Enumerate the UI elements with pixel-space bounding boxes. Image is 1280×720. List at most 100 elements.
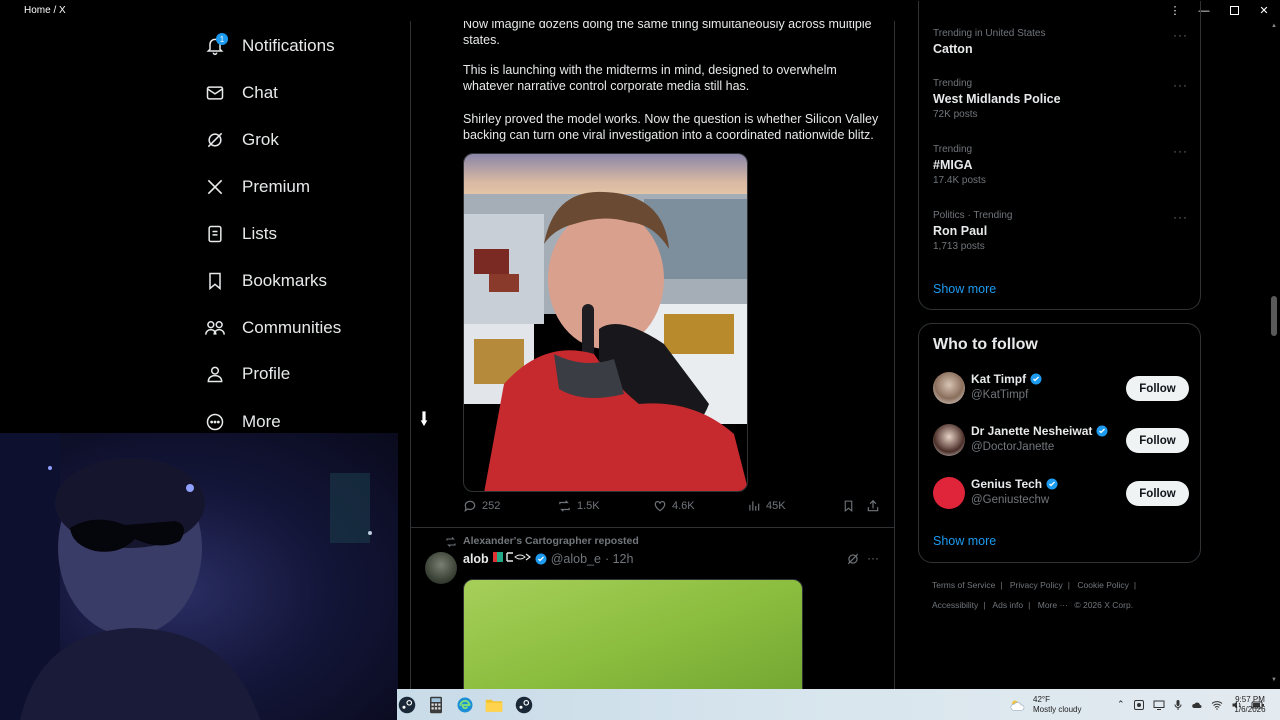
trend-post-count: 72K posts	[933, 109, 978, 120]
avatar[interactable]	[425, 552, 457, 584]
reply-count: 252	[482, 500, 501, 512]
suggestion-handle: @DoctorJanette	[971, 441, 1055, 453]
trends-card: Trending in United States Catton ··· Tre…	[918, 1, 1201, 310]
nav-chat[interactable]: Chat	[200, 73, 400, 113]
grok-icon[interactable]	[846, 552, 860, 571]
nav-label: Chat	[242, 83, 278, 102]
more-options-icon[interactable]: ···	[1173, 28, 1188, 42]
more-options-icon[interactable]: ···	[1173, 144, 1188, 158]
page-scrollbar[interactable]: ▲ ▼	[1268, 21, 1280, 689]
author-handle[interactable]: @alob_e	[551, 552, 601, 566]
suggestion-name: Genius Tech	[971, 477, 1058, 491]
nav-grok[interactable]: Grok	[200, 120, 400, 160]
cookie-link[interactable]: Cookie Policy	[1077, 580, 1129, 590]
steam-icon[interactable]	[397, 695, 416, 714]
weather-widget[interactable]: 42°F Mostly cloudy	[1009, 689, 1081, 720]
repost-button[interactable]: 1.5K	[557, 499, 600, 513]
reply-button[interactable]: 252	[463, 499, 500, 513]
steam-icon[interactable]	[514, 695, 533, 714]
microphone-icon[interactable]	[1173, 699, 1183, 711]
trend-item[interactable]: Trending West Midlands Police 72K posts …	[933, 78, 1188, 120]
nav-bookmarks[interactable]: Bookmarks	[200, 261, 400, 301]
nav-lists[interactable]: Lists	[200, 214, 400, 254]
repost-count: 1.5K	[577, 500, 600, 512]
views-icon	[749, 501, 760, 511]
edge-icon[interactable]	[455, 695, 474, 714]
nav-label: Premium	[242, 177, 311, 196]
follow-suggestion[interactable]: Dr Janette Nesheiwat @DoctorJanette Foll…	[933, 424, 1189, 460]
maximize-button[interactable]	[1219, 0, 1249, 21]
author-name[interactable]: alob	[463, 552, 489, 566]
clock-date: 1/6/2026	[1234, 704, 1266, 714]
privacy-link[interactable]: Privacy Policy	[1010, 580, 1063, 590]
suggestion-name-text: Kat Timpf	[971, 372, 1027, 386]
close-button[interactable]: ✕	[1249, 0, 1279, 21]
avatar[interactable]	[933, 372, 965, 404]
follow-button[interactable]: Follow	[1126, 481, 1189, 506]
trend-item[interactable]: Trending in United States Catton ···	[933, 28, 1188, 56]
suggestion-handle: @Geniustechw	[971, 494, 1050, 506]
post-image[interactable]	[463, 579, 803, 689]
trend-post-count: 17.4K posts	[933, 175, 986, 186]
clock-time: 9:57 PM	[1235, 694, 1265, 704]
more-options-icon[interactable]: ···	[1173, 210, 1188, 224]
trend-name: Catton	[933, 42, 973, 56]
scroll-up-icon[interactable]: ▲	[1271, 23, 1277, 29]
person-icon	[200, 359, 230, 389]
post-author: alob @alob_e · 12h	[463, 551, 633, 566]
file-explorer-icon[interactable]	[484, 695, 503, 714]
trends-show-more-link[interactable]: Show more	[933, 282, 996, 296]
monitor-icon[interactable]	[1153, 699, 1165, 711]
nav-premium[interactable]: Premium	[200, 167, 400, 207]
heart-icon	[654, 501, 666, 512]
calculator-icon[interactable]	[426, 695, 445, 714]
verified-badge-icon	[535, 553, 547, 564]
avatar[interactable]	[933, 424, 965, 456]
trend-item[interactable]: Trending #MIGA 17.4K posts ···	[933, 144, 1188, 186]
who-to-follow-show-more-link[interactable]: Show more	[933, 534, 996, 548]
chevron-up-icon[interactable]: ⌃	[1117, 699, 1125, 710]
like-button[interactable]: 4.6K	[653, 499, 695, 513]
scroll-down-icon[interactable]: ▼	[1271, 677, 1277, 683]
notification-badge: 1	[216, 33, 228, 45]
nav-profile[interactable]: Profile	[200, 354, 400, 394]
follow-suggestion[interactable]: Kat Timpf @KatTimpf Follow	[933, 372, 1189, 408]
wifi-icon[interactable]	[1211, 699, 1223, 711]
trend-meta: Trending	[933, 144, 973, 155]
trend-name: #MIGA	[933, 158, 973, 172]
more-options-icon[interactable]: ···	[867, 551, 879, 565]
follow-button[interactable]: Follow	[1126, 428, 1189, 453]
views-button[interactable]: 45K	[747, 499, 786, 513]
follow-suggestion[interactable]: Genius Tech @Geniustechw Follow	[933, 477, 1189, 513]
nav-communities[interactable]: Communities	[200, 308, 400, 348]
post-time[interactable]: · 12h	[605, 552, 634, 566]
cloud-sync-icon[interactable]	[1191, 699, 1203, 711]
trend-meta: Politics · Trending	[933, 210, 1013, 221]
terms-link[interactable]: Terms of Service	[932, 580, 995, 590]
bookmark-button[interactable]	[842, 499, 860, 513]
window-title: Home / X	[24, 5, 66, 16]
who-to-follow-card: Who to follow Kat Timpf @KatTimpf Follow…	[918, 323, 1201, 563]
app-tray-icon[interactable]	[1133, 699, 1145, 711]
suggestion-name-text: Dr Janette Nesheiwat	[971, 424, 1093, 438]
share-button[interactable]	[866, 499, 885, 513]
like-count: 4.6K	[672, 500, 695, 512]
accessibility-link[interactable]: Accessibility	[932, 600, 978, 610]
trend-item[interactable]: Politics · Trending Ron Paul 1,713 posts…	[933, 210, 1188, 252]
communities-icon	[200, 313, 230, 343]
footer-more-link[interactable]: More ···	[1038, 600, 1068, 610]
clock[interactable]: 9:57 PM 1/6/2026	[1227, 689, 1273, 720]
suggestion-name: Kat Timpf	[971, 372, 1042, 386]
repost-attribution[interactable]: Alexander's Cartographer reposted	[463, 535, 639, 547]
post-image[interactable]	[463, 153, 748, 492]
ads-info-link[interactable]: Ads info	[992, 600, 1023, 610]
grok-icon	[200, 125, 230, 155]
more-options-icon[interactable]: ···	[1173, 78, 1188, 92]
bell-icon: 1	[200, 31, 230, 61]
scrollbar-thumb[interactable]	[1271, 296, 1277, 336]
nav-notifications[interactable]: 1 Notifications	[200, 26, 400, 66]
follow-button[interactable]: Follow	[1126, 376, 1189, 401]
post-divider	[411, 527, 894, 528]
avatar[interactable]	[933, 477, 965, 509]
list-icon	[200, 219, 230, 249]
